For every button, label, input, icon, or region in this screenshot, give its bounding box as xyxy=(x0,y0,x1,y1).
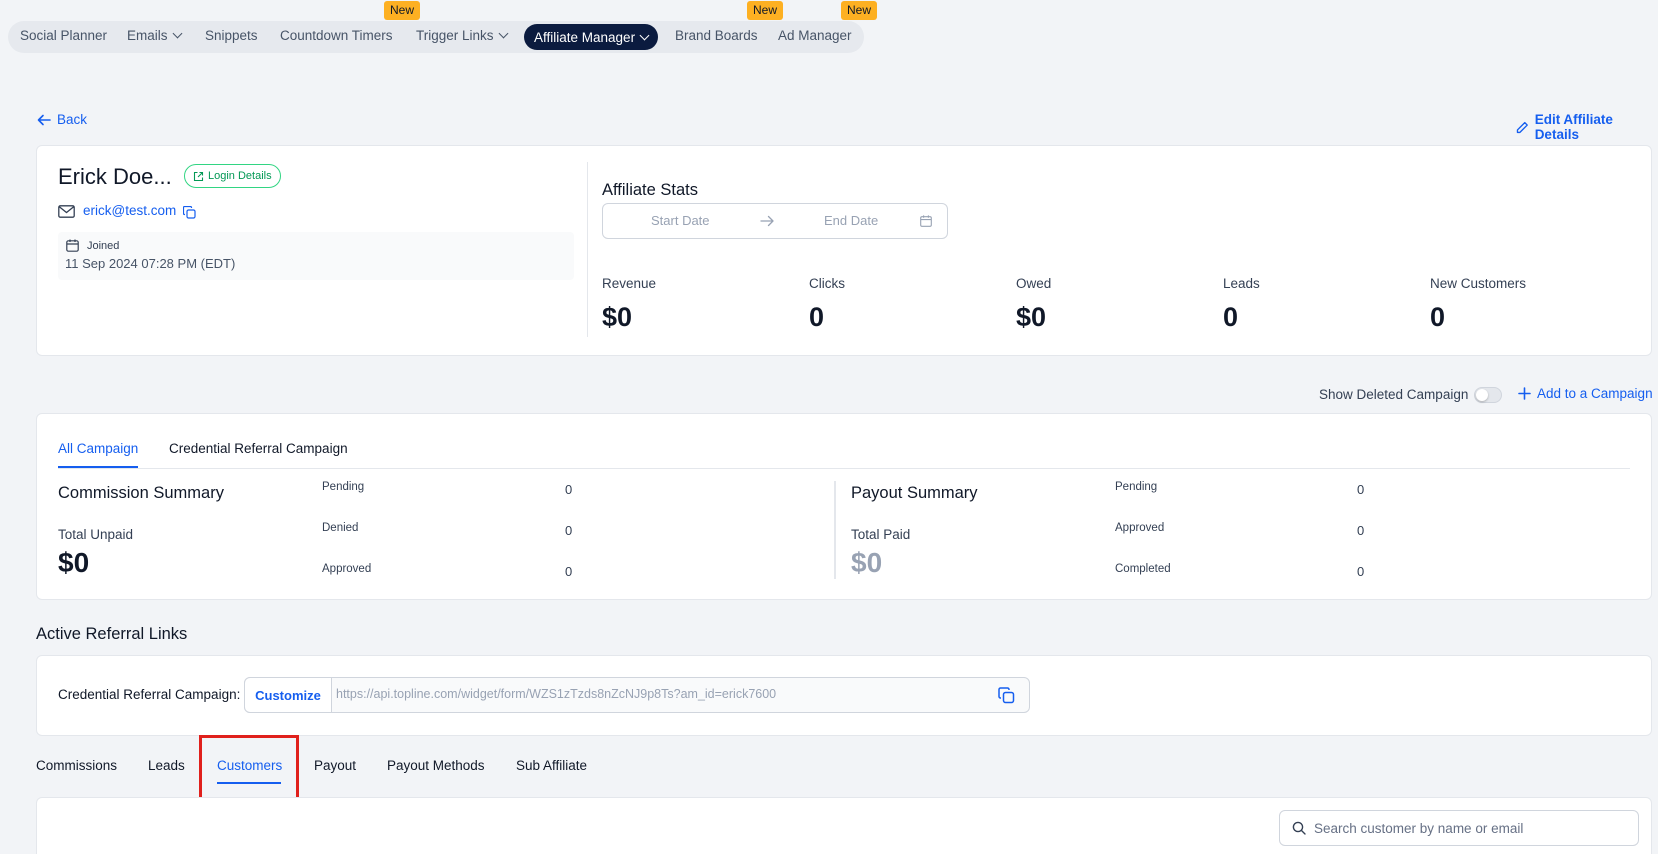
commission-denied-label: Denied xyxy=(322,522,359,534)
tab-leads[interactable]: Leads xyxy=(148,758,185,773)
customer-search-input[interactable]: Search customer by name or email xyxy=(1279,810,1639,846)
edit-label: Edit Affiliate Details xyxy=(1534,112,1613,142)
stat-revenue-value: $0 xyxy=(602,302,633,332)
commission-approved-value: 0 xyxy=(565,564,573,579)
arrow-left-icon xyxy=(37,114,51,125)
divider xyxy=(587,162,588,337)
external-link-icon xyxy=(193,171,204,181)
nav-snippets[interactable]: Snippets xyxy=(205,28,258,43)
stat-new-customers-value: 0 xyxy=(1430,302,1446,332)
search-icon xyxy=(1292,821,1306,835)
joined-label: Joined xyxy=(87,240,120,252)
referral-url[interactable]: https://api.topline.com/widget/form/WZS1… xyxy=(336,687,776,701)
end-date-input[interactable]: End Date xyxy=(824,213,878,228)
add-to-campaign-button[interactable]: Add to a Campaign xyxy=(1518,386,1653,401)
nav-label: Ad Manager xyxy=(778,28,852,43)
tab-all-campaign[interactable]: All Campaign xyxy=(58,441,138,456)
new-badge: New xyxy=(841,1,878,20)
payout-approved-label: Approved xyxy=(1115,522,1165,534)
payout-approved-value: 0 xyxy=(1357,523,1365,538)
commission-denied-value: 0 xyxy=(565,523,573,538)
copy-icon[interactable] xyxy=(998,687,1015,709)
new-badge: New xyxy=(747,1,784,20)
tab-divider xyxy=(58,468,1630,469)
commission-pending-label: Pending xyxy=(322,481,365,493)
chevron-down-icon xyxy=(639,30,650,40)
affiliate-stats-title: Affiliate Stats xyxy=(602,181,698,199)
calendar-icon xyxy=(920,214,932,232)
total-unpaid-value: $0 xyxy=(58,547,90,578)
chevron-down-icon xyxy=(498,28,508,39)
calendar-icon xyxy=(66,239,79,257)
show-deleted-label: Show Deleted Campaign xyxy=(1319,387,1469,402)
login-details-label: Login Details xyxy=(208,170,272,182)
nav-label: Social Planner xyxy=(20,28,108,43)
payout-pending-value: 0 xyxy=(1357,482,1365,497)
tab-sub-affiliate[interactable]: Sub Affiliate xyxy=(516,758,587,773)
stat-owed-label: Owed xyxy=(1016,276,1052,291)
start-date-input[interactable]: Start Date xyxy=(651,213,710,228)
tab-commissions[interactable]: Commissions xyxy=(36,758,117,773)
back-link[interactable]: Back xyxy=(37,112,87,127)
stat-owed-value: $0 xyxy=(1016,302,1047,332)
nav-affiliate-manager[interactable]: Affiliate Manager xyxy=(524,24,659,50)
commission-approved-label: Approved xyxy=(322,563,372,575)
tab-credential-referral-campaign[interactable]: Credential Referral Campaign xyxy=(169,441,348,456)
payout-summary-title: Payout Summary xyxy=(851,484,978,502)
affiliate-email[interactable]: erick@test.com xyxy=(83,203,176,218)
plus-icon xyxy=(1518,387,1531,400)
search-placeholder: Search customer by name or email xyxy=(1314,820,1524,836)
nav-social-planner[interactable]: Social Planner xyxy=(20,28,107,43)
login-details-button[interactable]: Login Details xyxy=(184,164,281,188)
nav-brand-boards[interactable]: Brand Boards xyxy=(675,28,758,43)
payout-pending-label: Pending xyxy=(1115,481,1158,493)
stat-revenue-label: Revenue xyxy=(602,276,657,291)
active-referral-links-title: Active Referral Links xyxy=(36,625,188,643)
copy-icon[interactable] xyxy=(182,205,196,224)
nav-label: Brand Boards xyxy=(675,28,758,43)
nav-label: Emails xyxy=(127,28,168,43)
referral-campaign-label: Credential Referral Campaign: xyxy=(58,687,241,702)
joined-date: 11 Sep 2024 07:28 PM (EDT) xyxy=(65,256,236,271)
nav-countdown-timers[interactable]: Countdown Timers xyxy=(280,28,393,43)
new-badge: New xyxy=(384,1,421,20)
affiliate-name: Erick Doe... xyxy=(58,164,172,189)
summary-divider xyxy=(834,481,836,579)
tab-payout-methods[interactable]: Payout Methods xyxy=(387,758,485,773)
add-to-campaign-label: Add to a Campaign xyxy=(1537,386,1653,401)
stat-clicks-label: Clicks xyxy=(809,276,845,291)
back-label: Back xyxy=(57,112,88,127)
mail-icon xyxy=(58,205,75,223)
stat-new-customers-label: New Customers xyxy=(1430,276,1527,291)
commission-pending-value: 0 xyxy=(565,482,573,497)
payout-completed-value: 0 xyxy=(1357,564,1365,579)
stat-clicks-value: 0 xyxy=(809,302,825,332)
nav-label: Affiliate Manager xyxy=(534,29,636,45)
total-paid-label: Total Paid xyxy=(851,527,911,542)
payout-completed-label: Completed xyxy=(1115,563,1171,575)
customize-button[interactable]: Customize xyxy=(244,677,332,713)
tab-payout[interactable]: Payout xyxy=(314,758,356,773)
nav-ad-manager[interactable]: Ad Manager xyxy=(778,28,852,43)
show-deleted-toggle[interactable] xyxy=(1474,387,1502,403)
nav-label: Trigger Links xyxy=(416,28,494,43)
stat-leads-value: 0 xyxy=(1223,302,1239,332)
nav-label: Countdown Timers xyxy=(280,28,393,43)
arrow-right-icon xyxy=(760,214,774,232)
total-paid-value: $0 xyxy=(851,547,883,578)
pencil-icon xyxy=(1516,121,1528,133)
stat-leads-label: Leads xyxy=(1223,276,1260,291)
total-unpaid-label: Total Unpaid xyxy=(58,527,134,542)
nav-label: Snippets xyxy=(205,28,258,43)
nav-trigger-links[interactable]: Trigger Links xyxy=(416,28,508,43)
nav-emails[interactable]: Emails xyxy=(127,28,182,43)
commission-summary-title: Commission Summary xyxy=(58,484,224,502)
chevron-down-icon xyxy=(172,28,182,39)
edit-affiliate-details-button[interactable]: Edit Affiliate Details xyxy=(1516,112,1658,142)
